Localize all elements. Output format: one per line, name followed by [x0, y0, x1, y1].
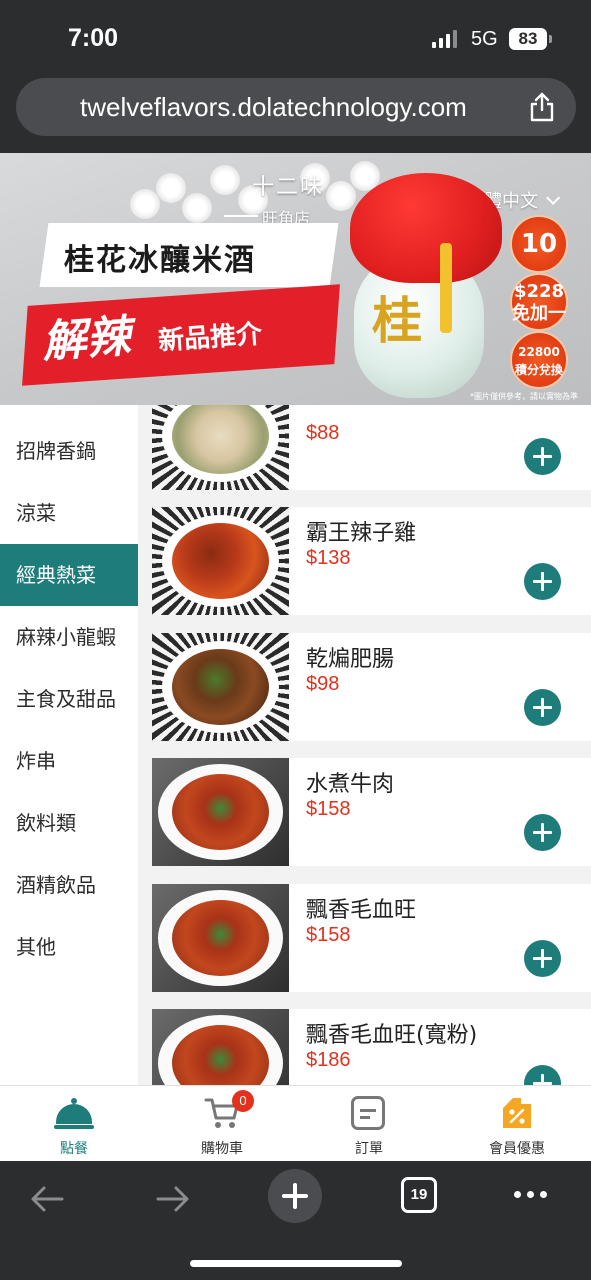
- dish-photo: [152, 507, 289, 615]
- status-bar: 7:00 5G 83: [0, 0, 591, 76]
- add-to-cart-button[interactable]: [524, 940, 561, 977]
- share-icon[interactable]: [528, 92, 556, 122]
- category-alcohol[interactable]: 酒精飲品: [0, 854, 138, 916]
- dish-name: 乾煸肥腸: [306, 647, 395, 672]
- store-name: 十二味: [252, 175, 325, 200]
- dish-name: 水煮牛肉: [306, 772, 395, 797]
- dish-card[interactable]: 飄香毛血旺 $158: [152, 884, 591, 992]
- banner-subheadline-small: 新品推介: [157, 319, 264, 357]
- tab-label[interactable]: 會員優惠: [443, 1138, 591, 1158]
- store-divider: [224, 215, 258, 217]
- status-time: 7:00: [68, 24, 119, 52]
- category-others[interactable]: 其他: [0, 916, 138, 978]
- tab-member[interactable]: 會員優惠: [443, 1086, 591, 1162]
- dish-card[interactable]: 乾煸肥腸 $98: [152, 633, 591, 741]
- battery-icon: 83: [509, 28, 552, 50]
- promo-badge-points-text: 22800 積分兌換: [514, 345, 563, 377]
- add-to-cart-button[interactable]: [524, 689, 561, 726]
- banner-headline: 桂花冰釀米酒: [64, 243, 256, 278]
- banner-subheadline-big: 解辣: [40, 310, 132, 368]
- jar-red-cloth: [350, 173, 502, 283]
- category-drinks[interactable]: 飲料類: [0, 792, 138, 854]
- browser-toolbar: 19: [0, 1161, 591, 1280]
- dish-price: $98: [306, 673, 340, 695]
- url-text[interactable]: twelveflavors.dolatechnology.com: [80, 92, 467, 123]
- dish-price: $138: [306, 547, 351, 569]
- add-to-cart-button[interactable]: [524, 438, 561, 475]
- add-to-cart-button[interactable]: [524, 1065, 561, 1085]
- add-to-cart-button[interactable]: [524, 563, 561, 600]
- promo-badge-price: $228 免加一: [510, 273, 568, 331]
- member-discount-icon[interactable]: [499, 1096, 535, 1130]
- url-bar[interactable]: twelveflavors.dolatechnology.com: [16, 78, 576, 136]
- tab-orders[interactable]: 訂單: [295, 1086, 443, 1162]
- category-fried-skewers[interactable]: 炸串: [0, 730, 138, 792]
- screen: 7:00 5G 83 twelveflavors.dolatechnology.…: [0, 0, 591, 1280]
- dish-card[interactable]: $88: [152, 405, 591, 490]
- dish-price: $88: [306, 422, 340, 444]
- jar-tassel: [440, 243, 452, 333]
- network-label: 5G: [471, 28, 498, 50]
- home-indicator: [190, 1260, 402, 1267]
- dish-name: 飄香毛血旺: [306, 898, 417, 923]
- signal-icon: [432, 30, 457, 48]
- category-signature-pot[interactable]: 招牌香鍋: [0, 420, 138, 482]
- tab-cart[interactable]: 購物車: [148, 1086, 296, 1162]
- dish-card[interactable]: 水煮牛肉 $158: [152, 758, 591, 866]
- dish-photo: [152, 758, 289, 866]
- tab-label[interactable]: 購物車: [148, 1138, 296, 1158]
- category-classic-hot-dishes[interactable]: 經典熱菜: [0, 544, 138, 606]
- bottom-tab-bar: 點餐 購物車 0 訂單 會員優惠: [0, 1085, 591, 1161]
- cloche-icon[interactable]: [54, 1096, 94, 1130]
- chevron-down-icon[interactable]: [546, 190, 561, 205]
- menu-content: 招牌香鍋 涼菜 經典熱菜 麻辣小龍蝦 主食及甜品 炸串 飲料類 酒精飲品 其他 …: [0, 405, 591, 1085]
- promo-badge-10: 10: [510, 215, 568, 273]
- promo-banner[interactable]: 十二味 旺角店 繁體中文 桂花冰釀米酒 解辣 新品推介 桂 10 $228 免加…: [0, 153, 591, 405]
- category-staples-desserts[interactable]: 主食及甜品: [0, 668, 138, 730]
- dish-list: $88 霸王辣子雞 $138 乾煸肥腸 $98 水煮牛肉 $158 飄香毛血旺 …: [152, 405, 591, 1085]
- dish-price: $158: [306, 924, 351, 946]
- category-cold-dishes[interactable]: 涼菜: [0, 482, 138, 544]
- more-icon[interactable]: [514, 1191, 547, 1198]
- add-to-cart-button[interactable]: [524, 814, 561, 851]
- tabs-icon[interactable]: 19: [401, 1177, 437, 1213]
- promo-badge-price-text: $228 免加一: [512, 281, 566, 324]
- tab-order-food[interactable]: 點餐: [0, 1086, 148, 1162]
- cart-count-badge: 0: [232, 1090, 254, 1112]
- dish-name: 飄香毛血旺(寬粉): [306, 1023, 478, 1048]
- jar-logo-mark: 桂: [372, 292, 422, 350]
- category-sidebar: 招牌香鍋 涼菜 經典熱菜 麻辣小龍蝦 主食及甜品 炸串 飲料類 酒精飲品 其他: [0, 405, 138, 1085]
- promo-badge-points: 22800 積分兌換: [510, 331, 568, 389]
- forward-arrow-icon[interactable]: [152, 1175, 192, 1223]
- order-icon[interactable]: [351, 1096, 385, 1130]
- dish-name: 霸王辣子雞: [306, 521, 417, 546]
- dish-photo: [152, 633, 289, 741]
- back-arrow-icon[interactable]: [28, 1175, 68, 1223]
- dish-photo: [152, 884, 289, 992]
- tab-label[interactable]: 點餐: [0, 1138, 148, 1158]
- banner-disclaimer: *圖片僅供參考，請以實物為準: [470, 392, 578, 401]
- dish-photo: [152, 1009, 289, 1085]
- category-spicy-crayfish[interactable]: 麻辣小龍蝦: [0, 606, 138, 668]
- dish-photo: [152, 405, 289, 490]
- new-tab-icon[interactable]: [268, 1169, 322, 1223]
- dish-price: $186: [306, 1049, 351, 1071]
- dish-card[interactable]: 飄香毛血旺(寬粉) $186: [152, 1009, 591, 1085]
- dish-card[interactable]: 霸王辣子雞 $138: [152, 507, 591, 615]
- dish-price: $158: [306, 798, 351, 820]
- tab-label[interactable]: 訂單: [295, 1138, 443, 1158]
